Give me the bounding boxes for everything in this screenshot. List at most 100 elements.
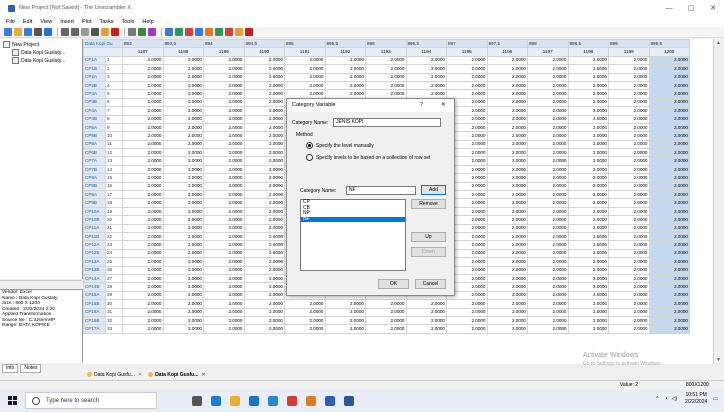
grid-cell[interactable]: 2.0000 (243, 55, 285, 66)
grid-cell[interactable]: 2.0000 (122, 80, 164, 91)
column-number[interactable]: 1197 (527, 47, 569, 57)
grid-cell[interactable]: 2.0000 (486, 122, 528, 133)
grid-cell[interactable]: 2.0000 (567, 55, 609, 66)
grid-cell[interactable]: 2.0000 (648, 324, 690, 334)
grid-cell[interactable]: 2.0000 (567, 97, 609, 108)
row-name[interactable]: CP2B (83, 80, 106, 91)
grid-cell[interactable]: 2.0000 (486, 156, 528, 166)
menu-insert[interactable]: Insert (60, 19, 74, 25)
grid-cell[interactable]: 2.0000 (203, 55, 245, 66)
grid-cell[interactable]: 2.0000 (527, 64, 569, 74)
grid-cell[interactable]: 2.0000 (162, 223, 204, 234)
row-name[interactable]: CP7A (83, 156, 106, 166)
grid-cell[interactable]: 2.0000 (648, 299, 690, 309)
grid-cell[interactable]: 2.0000 (203, 173, 245, 183)
grid-cell[interactable]: 2.0000 (162, 148, 204, 158)
grid-cell[interactable]: 2.0000 (648, 156, 690, 166)
clock[interactable]: 10:51 PM 2/22/2024 (685, 392, 707, 406)
list-item-selected[interactable]: NF (301, 216, 405, 222)
grid-cell[interactable]: 2.0000 (284, 55, 326, 66)
grid-cell[interactable]: 2.0000 (203, 273, 245, 284)
grid-cell[interactable]: 2.0000 (567, 80, 609, 91)
grid-cell[interactable]: 2.0000 (527, 156, 569, 166)
levels-list[interactable]: CP CB NP NF (300, 199, 406, 271)
grid-cell[interactable]: 2.0000 (203, 190, 245, 200)
minimize-button[interactable]: — (658, 0, 680, 16)
grid-cell[interactable]: 2.0000 (486, 164, 528, 175)
table-row[interactable]: CP2A 3 2.0000 2.0000 2.0000 2.0000 2.0000 2.000… (83, 72, 690, 82)
grid-cell[interactable]: 2.0000 (648, 231, 690, 242)
grid-cell[interactable]: 2.0000 (486, 223, 528, 234)
grid-cell[interactable]: 2.0000 (203, 80, 245, 91)
grid-cell[interactable]: 2.0000 (608, 139, 650, 150)
grid-cell[interactable]: 2.0000 (122, 265, 164, 275)
grid-cell[interactable]: 2.0000 (162, 156, 204, 166)
grid-cell[interactable]: 2.0000 (203, 106, 245, 116)
grid-cell[interactable]: 2.0000 (243, 299, 285, 309)
menu-plot[interactable]: Plot (82, 19, 91, 25)
grid-cell[interactable]: 2.0000 (567, 190, 609, 200)
grid-cell[interactable]: 2.0000 (648, 181, 690, 192)
grid-cell[interactable]: 2.0000 (365, 315, 407, 326)
close-button[interactable]: ✕ (702, 0, 724, 16)
grid-cell[interactable]: 2.0000 (567, 198, 609, 208)
grid-cell[interactable]: 2.0000 (608, 257, 650, 267)
grid-cell[interactable]: 2.0000 (243, 114, 285, 124)
grid-cell[interactable]: 2.0000 (243, 265, 285, 275)
grid-cell[interactable]: 2.0000 (162, 55, 204, 66)
grid-cell[interactable]: 2.0000 (162, 173, 204, 183)
area-icon[interactable] (205, 28, 213, 36)
grid-cell[interactable]: 2.0000 (527, 181, 569, 192)
grid-cell[interactable]: 2.0000 (527, 240, 569, 250)
grid-cell[interactable]: 2.0000 (122, 324, 164, 334)
column-header-wavelength[interactable]: 895 (284, 39, 326, 49)
row-name[interactable]: CP11A (83, 223, 106, 234)
grid-cell[interactable]: 2.0000 (648, 223, 690, 234)
grid-cell[interactable]: 2.0000 (162, 114, 204, 124)
table-row[interactable]: CP2B 4 2.0000 2.0000 2.0000 2.0000 2.0000 2.000… (83, 80, 690, 91)
network-icon[interactable]: ◔ (664, 396, 667, 402)
table-row[interactable]: CP1A 1 2.0000 2.0000 2.0000 2.0000 2.0000 2.000… (83, 55, 690, 66)
grid-cell[interactable]: 2.0000 (446, 80, 488, 91)
grid-cell[interactable]: 2.0000 (122, 148, 164, 158)
grid-cell[interactable]: 2.0000 (203, 164, 245, 175)
grid-cell[interactable]: 2.0000 (162, 122, 204, 133)
file-explorer-icon[interactable] (230, 395, 240, 406)
grid-cell[interactable]: 2.0000 (486, 72, 528, 82)
cut-icon[interactable] (81, 28, 89, 36)
grid-cell[interactable]: 2.0000 (243, 240, 285, 250)
grid-cell[interactable]: 2.0000 (122, 139, 164, 150)
grid-cell[interactable]: 2.0000 (486, 299, 528, 309)
grid-cell[interactable]: 2.0000 (486, 97, 528, 108)
grid-cell[interactable]: 2.0000 (567, 223, 609, 234)
grid-cell[interactable]: 2.0000 (405, 64, 447, 74)
copy-icon[interactable] (91, 28, 99, 36)
row-name[interactable]: CP3A (83, 89, 106, 99)
row-name[interactable]: CP16A (83, 307, 106, 317)
save-icon[interactable] (24, 28, 32, 36)
grid-cell[interactable]: 2.0000 (608, 248, 650, 259)
grid-cell[interactable]: 2.0000 (284, 89, 326, 99)
grid-cell[interactable]: 2.0000 (567, 164, 609, 175)
grid-cell[interactable]: 2.0000 (203, 97, 245, 108)
grid-cell[interactable]: 2.0000 (162, 215, 204, 225)
table-row[interactable]: CP15B 30 2.0000 2.0000 2.0000 2.0000 2.0000 2.0… (83, 299, 690, 309)
table-row[interactable]: CP3A 5 2.0000 2.0000 2.0000 2.0000 2.0000 2.000… (83, 89, 690, 99)
grid-cell[interactable]: 2.0000 (648, 122, 690, 133)
grid-cell[interactable]: 2.0000 (567, 114, 609, 124)
menu-view[interactable]: View (40, 19, 52, 25)
grid-cell[interactable]: 2.0000 (284, 72, 326, 82)
table-row[interactable]: CP16B 32 2.0000 2.0000 2.0000 2.0000 2.0000 2.0… (83, 315, 690, 326)
grid-cell[interactable]: 2.0000 (405, 324, 447, 334)
grid-cell[interactable]: 2.0000 (608, 148, 650, 158)
grid-cell[interactable]: 2.0000 (567, 181, 609, 192)
grid-cell[interactable]: 2.0000 (284, 80, 326, 91)
row-name[interactable]: CP8B (83, 181, 106, 192)
grid-cell[interactable]: 2.0000 (608, 265, 650, 275)
grid-cell[interactable]: 2.0000 (567, 122, 609, 133)
grid-cell[interactable]: 2.0000 (486, 324, 528, 334)
grid-cell[interactable]: 2.0000 (243, 315, 285, 326)
grid-cell[interactable]: 2.0000 (446, 307, 488, 317)
grid-cell[interactable]: 2.0000 (122, 248, 164, 259)
grid-cell[interactable]: 2.0000 (648, 290, 690, 301)
